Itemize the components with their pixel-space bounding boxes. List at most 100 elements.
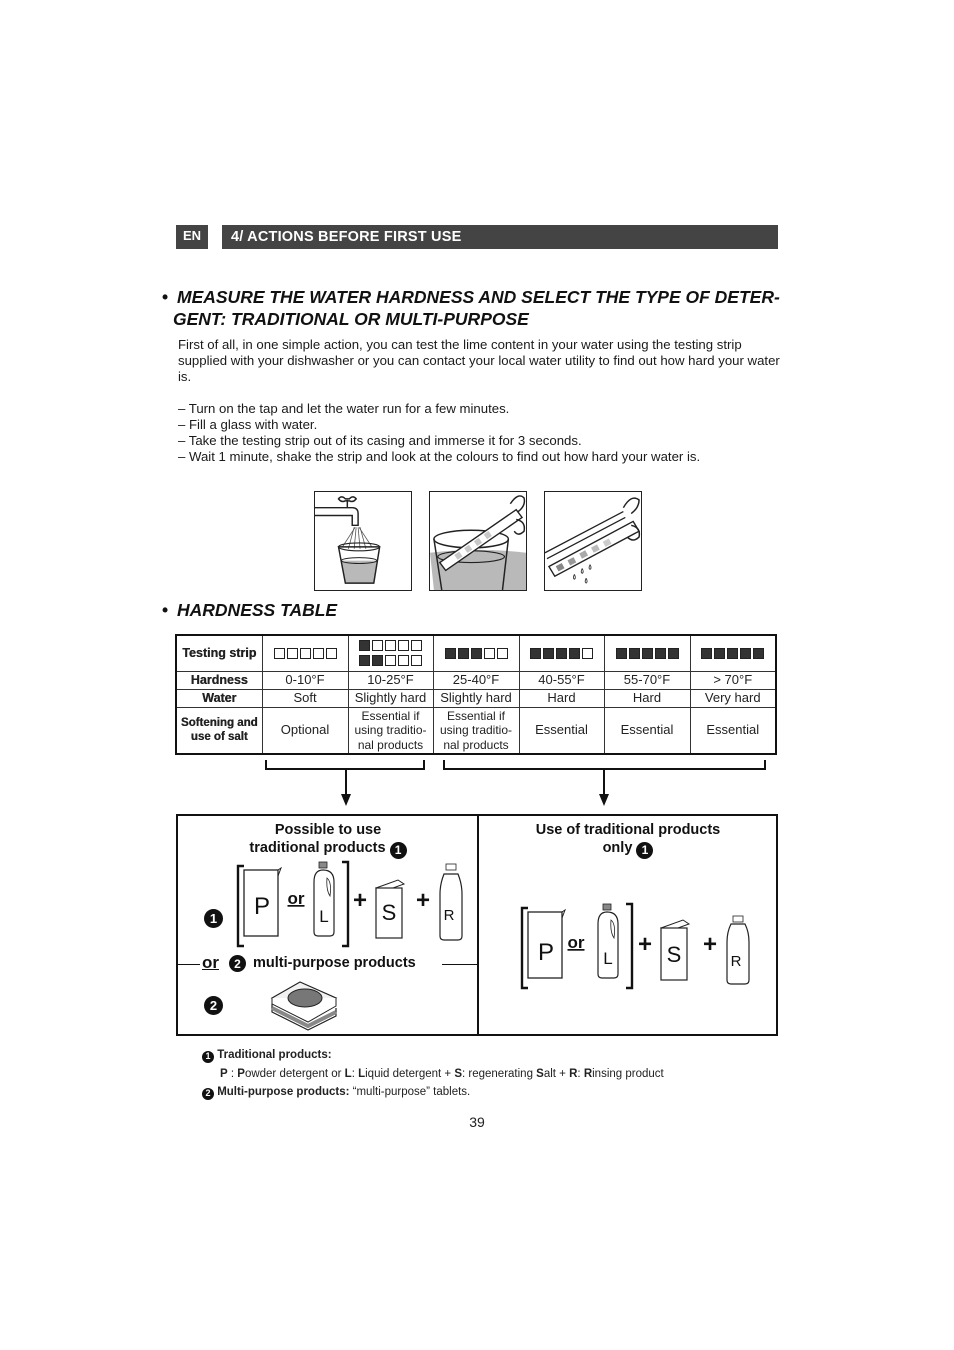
- strip-square-filled: [556, 648, 567, 660]
- or-label: or: [568, 933, 585, 952]
- number-2-icon: 2: [229, 955, 246, 972]
- product-letter: R: [444, 907, 455, 924]
- footnote-title: Traditional products:: [217, 1049, 332, 1061]
- footnote-1: 1 Traditional products:: [202, 1046, 664, 1065]
- step-item: – Fill a glass with water.: [178, 417, 318, 432]
- number-1-icon: 1: [202, 1050, 214, 1063]
- number-1-icon: 1: [636, 841, 654, 859]
- strip-square-filled: [628, 648, 640, 660]
- strip-square-filled: [727, 648, 739, 660]
- strip-square-empty: [398, 655, 409, 667]
- strip-cell: [261, 634, 349, 672]
- table-row-water: Water Soft Slightly hard Slightly hard H…: [175, 688, 777, 708]
- strip-square-filled: [543, 648, 554, 660]
- product-letter: S: [667, 942, 682, 967]
- strip-square-filled: [740, 648, 752, 660]
- strip-square-empty: [312, 648, 324, 660]
- title-line: Possible to use: [274, 822, 382, 838]
- strip-square-filled: [714, 648, 726, 660]
- strip-square-filled: [641, 648, 653, 660]
- strip-cell: [603, 634, 691, 672]
- strip-square-empty: [273, 648, 285, 660]
- plus-sign: +: [638, 931, 652, 958]
- plus-sign: +: [416, 887, 430, 914]
- testing-strip-swatch: [359, 655, 422, 667]
- table-cell: 40-55°F: [518, 670, 605, 690]
- strip-cell: [432, 634, 520, 672]
- strip-square-filled: [457, 648, 469, 660]
- shaking-strip-illustration: [544, 491, 642, 591]
- salt-box-icon: S: [374, 879, 406, 939]
- plus-sign: +: [353, 887, 367, 914]
- cell-line: nal products: [357, 737, 424, 752]
- bracket-close: [342, 860, 350, 948]
- powder-detergent-icon: P: [243, 866, 283, 937]
- plus-sign: +: [703, 931, 717, 958]
- traditional-products-group: P or L + S + R: [236, 860, 463, 948]
- strip-cell: [689, 634, 777, 672]
- strip-square-empty: [385, 640, 396, 652]
- footnote-2: 2 Multi-purpose products: “multi-purpose…: [202, 1083, 664, 1102]
- row-header: Testing strip: [175, 634, 263, 672]
- table-cell: Hard: [603, 688, 691, 708]
- strip-square-empty: [286, 648, 298, 660]
- testing-strip-swatch: [273, 648, 337, 660]
- table-cell: Essential: [603, 706, 691, 755]
- bullet: •: [162, 287, 169, 307]
- table-cell: 10-25°F: [347, 670, 434, 690]
- steps-list: – Turn on the tap and let the water run …: [178, 401, 780, 465]
- testing-strip-swatch: [444, 648, 508, 660]
- or-label: or: [288, 889, 305, 908]
- strip-square-filled: [530, 648, 541, 660]
- bullet: •: [162, 600, 169, 620]
- multi-purpose-row: or 2 multi-purpose products: [178, 953, 478, 975]
- text: owder detergent or: [244, 1067, 345, 1080]
- traditional-only-title: Use of traditional products only 1: [478, 821, 778, 859]
- table-cell: Optional: [261, 706, 349, 755]
- strip-in-glass-illustration: [429, 491, 527, 591]
- product-letter: R: [731, 953, 742, 970]
- product-letter: L: [319, 907, 328, 926]
- row-header: Softening and use of salt: [175, 706, 263, 755]
- strip-square-filled: [615, 648, 627, 660]
- table-cell: 25-40°F: [432, 670, 520, 690]
- title-line: only: [602, 840, 633, 856]
- title-line: Use of traditional products: [535, 822, 721, 838]
- table-cell: Hard: [518, 688, 605, 708]
- cell-line: Essential if: [361, 708, 420, 723]
- strip-cell: [518, 634, 605, 672]
- salt-box-icon: S: [659, 919, 691, 981]
- rule: [178, 964, 200, 966]
- title-line: traditional products: [249, 840, 386, 856]
- testing-strip-swatch: [359, 640, 422, 652]
- row-header-line: Softening and: [180, 717, 258, 730]
- text: alt +: [543, 1067, 570, 1080]
- strip-square-filled: [359, 640, 370, 652]
- product-letter: L: [603, 949, 612, 968]
- rinse-aid-bottle-icon: R: [439, 863, 463, 941]
- footnote-title: Multi-purpose products:: [217, 1086, 350, 1098]
- abbr: R: [583, 1067, 593, 1080]
- text: insing product: [592, 1067, 664, 1080]
- hardness-table: Testing strip Hardness 0-10°F 10-25°F 25…: [175, 634, 777, 755]
- number-1-icon: 1: [204, 909, 223, 928]
- abbr: S: [454, 1067, 462, 1080]
- testing-strip-icon: [547, 520, 640, 578]
- tap-icon: [315, 496, 359, 527]
- arrow-down-icon: [341, 794, 351, 806]
- number-2-icon: 2: [204, 996, 223, 1015]
- heading-text: HARDNESS TABLE: [177, 600, 338, 620]
- strip-square-empty: [398, 640, 409, 652]
- testing-strip-swatch: [701, 648, 765, 660]
- strip-square-filled: [444, 648, 456, 660]
- step-item: – Take the testing strip out of its casi…: [178, 433, 582, 448]
- multi-purpose-tablet-icon: [270, 981, 338, 1031]
- testing-strip-swatch: [530, 648, 593, 660]
- step-item: – Wait 1 minute, shake the strip and loo…: [178, 449, 701, 464]
- testing-strip-swatch: [615, 648, 679, 660]
- language-badge: EN: [176, 225, 208, 249]
- abbr: L: [344, 1067, 352, 1080]
- cell-line: using traditio-: [439, 723, 513, 737]
- product-letter: S: [382, 900, 397, 925]
- strip-square-filled: [569, 648, 580, 660]
